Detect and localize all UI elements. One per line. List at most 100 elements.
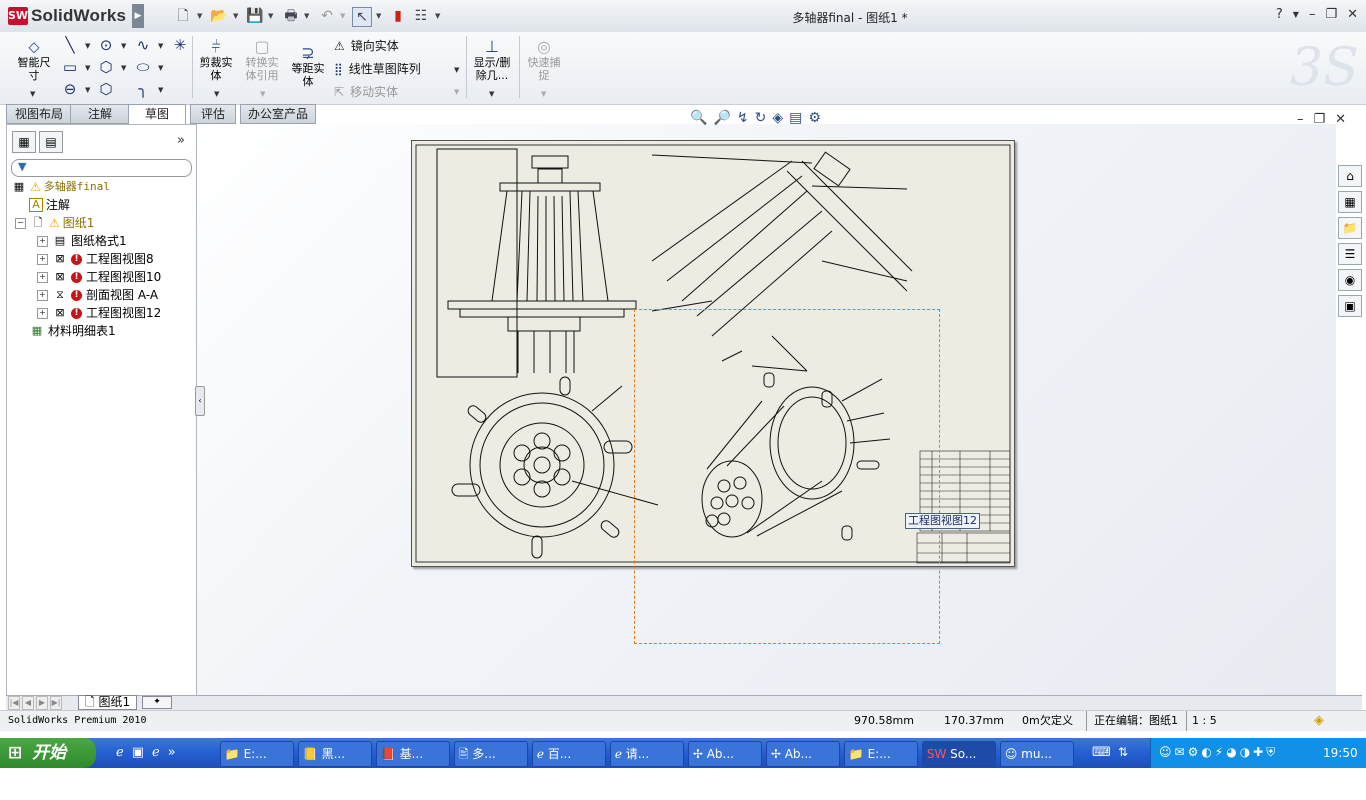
- menu-flyout-button[interactable]: ▶: [132, 4, 144, 28]
- quick-snaps-button[interactable]: ◎ 快速捕捉: [524, 38, 564, 83]
- ellipse-dropdown[interactable]: ▼: [158, 64, 163, 72]
- doc-restore-button[interactable]: ❐: [1313, 112, 1325, 127]
- circle-icon[interactable]: ⊙: [96, 36, 116, 54]
- view-palette-icon[interactable]: ☰: [1338, 243, 1362, 265]
- open-icon[interactable]: 📂: [210, 7, 228, 25]
- ellipse-icon[interactable]: ⬭: [133, 58, 153, 76]
- keyboard-icon[interactable]: ⌨: [1092, 745, 1111, 760]
- tab-annotation[interactable]: 注解: [70, 104, 130, 124]
- taskbar-item[interactable]: 🖹 多...: [454, 741, 528, 767]
- expand-icon[interactable]: +: [37, 289, 48, 301]
- view-settings-icon[interactable]: ⚙: [808, 110, 821, 126]
- home-icon[interactable]: ⌂: [1338, 165, 1362, 187]
- expand-icon[interactable]: +: [37, 253, 48, 265]
- expand-panel-icon[interactable]: »: [177, 133, 185, 148]
- taskbar-item[interactable]: 📁 E:...: [844, 741, 918, 767]
- expand-icon[interactable]: +: [37, 307, 48, 319]
- expand-icon[interactable]: +: [37, 271, 48, 283]
- start-button[interactable]: ⊞ 开始: [0, 738, 96, 768]
- tab-view-layout[interactable]: 视图布局: [6, 104, 72, 124]
- linear-pattern-button[interactable]: ⣿ 线性草图阵列: [334, 60, 421, 77]
- spline-icon[interactable]: ∿: [133, 36, 153, 54]
- language-bar-icon[interactable]: ⇅: [1118, 745, 1128, 759]
- point-icon[interactable]: ✳: [170, 36, 190, 54]
- last-sheet-button[interactable]: ▶|: [50, 696, 62, 710]
- file-explorer-icon[interactable]: 📁: [1338, 217, 1362, 239]
- property-manager-tab-icon[interactable]: ▤: [39, 131, 63, 153]
- sheet-tab[interactable]: 🗋 图纸1: [78, 695, 138, 710]
- move-dropdown[interactable]: ▼: [454, 88, 459, 96]
- next-sheet-button[interactable]: ▶: [36, 696, 48, 710]
- new-dropdown[interactable]: ▼: [197, 12, 202, 20]
- doc-close-button[interactable]: ✕: [1335, 112, 1346, 127]
- polygon-dropdown[interactable]: ▼: [121, 64, 126, 72]
- line-dropdown[interactable]: ▼: [85, 42, 90, 50]
- print-dropdown[interactable]: ▼: [304, 12, 309, 20]
- options-dropdown[interactable]: ▼: [435, 12, 440, 20]
- help-dropdown[interactable]: ▼: [1293, 7, 1299, 23]
- tree-annotations[interactable]: A 注解: [11, 196, 195, 214]
- select-dropdown[interactable]: ▼: [376, 12, 381, 20]
- feature-manager-tab-icon[interactable]: ▦: [12, 131, 36, 153]
- taskbar-item[interactable]: ☺ mu...: [1000, 741, 1074, 767]
- rectangle-dropdown[interactable]: ▼: [85, 64, 90, 72]
- options-icon[interactable]: ☷: [412, 7, 430, 25]
- zoom-to-fit-icon[interactable]: 🔍: [690, 110, 707, 126]
- select-icon[interactable]: ↖: [352, 7, 372, 27]
- fillet-dropdown[interactable]: ▼: [158, 86, 163, 94]
- browser-icon[interactable]: ℯ: [152, 745, 160, 760]
- tab-sketch[interactable]: 草图: [128, 104, 186, 125]
- feature-filter-input[interactable]: ▼: [11, 159, 192, 177]
- more-icon[interactable]: »: [168, 745, 176, 760]
- pattern-dropdown[interactable]: ▼: [454, 66, 459, 74]
- save-icon[interactable]: 💾: [246, 7, 264, 25]
- smart-dimension-dropdown[interactable]: ▼: [30, 90, 35, 98]
- tree-item[interactable]: + ⊠ ! 工程图视图12: [11, 304, 195, 322]
- solidworks-logo[interactable]: SW SolidWorks: [8, 6, 126, 26]
- prev-sheet-button[interactable]: ◀: [22, 696, 34, 710]
- minimize-button[interactable]: –: [1309, 7, 1316, 23]
- move-entities-button[interactable]: ⇱ 移动实体: [334, 83, 398, 100]
- smart-dimension-button[interactable]: ⬦ 智能尺寸: [14, 38, 54, 83]
- help-icon[interactable]: ?: [1276, 7, 1283, 23]
- taskbar-item[interactable]: 📒 黑...: [298, 741, 372, 767]
- slot-dropdown[interactable]: ▼: [85, 86, 90, 94]
- fillet-icon[interactable]: ╮: [133, 80, 153, 98]
- previous-view-icon[interactable]: ↯: [737, 110, 749, 126]
- tree-bom[interactable]: ▦ 材料明细表1: [11, 322, 195, 340]
- tree-item[interactable]: + ▤ 图纸格式1: [11, 232, 195, 250]
- rebuild-traffic-light-icon[interactable]: ▮: [389, 7, 407, 25]
- collapse-icon[interactable]: −: [15, 217, 26, 229]
- zoom-to-area-icon[interactable]: 🔎: [713, 110, 730, 126]
- taskbar-item[interactable]: ✢ Ab...: [688, 741, 762, 767]
- print-icon[interactable]: 🖶: [282, 7, 300, 25]
- tab-evaluate[interactable]: 评估: [190, 104, 236, 124]
- taskbar-item[interactable]: SW So...: [922, 741, 996, 767]
- custom-properties-icon[interactable]: ▣: [1338, 295, 1362, 317]
- new-icon[interactable]: 🗋: [174, 7, 192, 25]
- first-sheet-button[interactable]: |◀: [8, 696, 20, 710]
- convert-dropdown[interactable]: ▼: [260, 90, 265, 98]
- restore-button[interactable]: ❐: [1325, 7, 1337, 23]
- tag-icon[interactable]: ◈: [1314, 711, 1324, 731]
- display-delete-relations-button[interactable]: ⊥ 显示/删除几...: [470, 38, 514, 83]
- close-button[interactable]: ✕: [1347, 7, 1358, 23]
- desktop-icon[interactable]: ▣: [132, 745, 144, 760]
- tab-office-products[interactable]: 办公室产品: [240, 104, 316, 124]
- appearances-icon[interactable]: ◉: [1338, 269, 1362, 291]
- trim-dropdown[interactable]: ▼: [214, 90, 219, 98]
- quick-snap-dropdown[interactable]: ▼: [541, 90, 546, 98]
- taskbar-item[interactable]: ✢ Ab...: [766, 741, 840, 767]
- relations-dropdown[interactable]: ▼: [489, 90, 494, 98]
- tree-root[interactable]: ▦ ⚠ 多轴器final: [11, 178, 195, 196]
- taskbar-item[interactable]: 📁 E:...: [220, 741, 294, 767]
- rebuild-icon[interactable]: ↻: [755, 110, 767, 126]
- taskbar-item[interactable]: 📕 基...: [376, 741, 450, 767]
- mirror-entities-button[interactable]: ⚠ 镜向实体: [334, 37, 399, 54]
- display-style-icon[interactable]: ◈: [772, 110, 783, 126]
- taskbar-item[interactable]: ℯ 请...: [610, 741, 684, 767]
- trim-entities-button[interactable]: ⫩ 剪裁实体: [196, 38, 236, 83]
- polygon-icon[interactable]: ⬡: [96, 58, 116, 76]
- add-sheet-button[interactable]: ✦: [142, 696, 172, 709]
- circle-dropdown[interactable]: ▼: [121, 42, 126, 50]
